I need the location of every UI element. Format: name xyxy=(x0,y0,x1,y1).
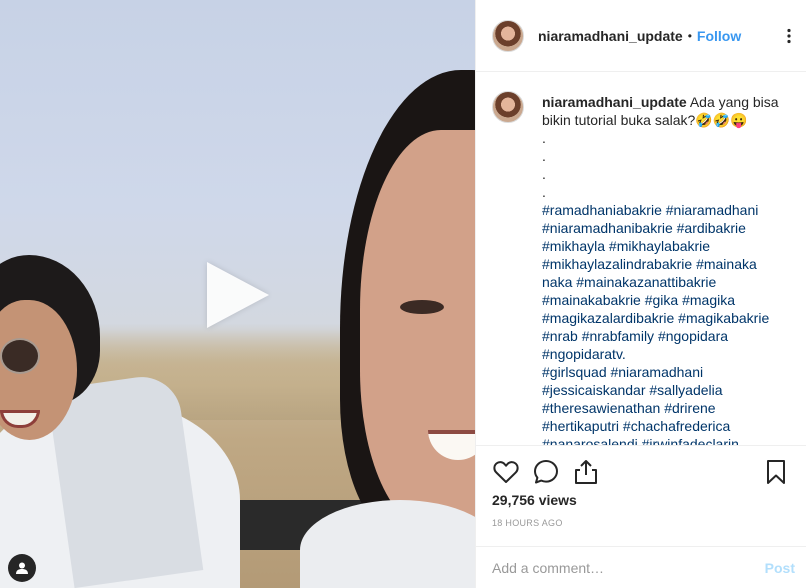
caption-text: niaramadhani_update Ada yang bisa bikin … xyxy=(542,93,787,445)
hashtag-line[interactable]: #ramadhaniabakrie #niaramadhani xyxy=(542,201,787,219)
caption-dot: . xyxy=(542,184,546,200)
comment-icon[interactable] xyxy=(532,458,560,486)
video-person-right-eye xyxy=(400,300,444,314)
post-timestamp[interactable]: 18 HOURS AGO xyxy=(492,518,563,528)
post-panel: niaramadhani_update • Follow niaramadhan… xyxy=(475,0,806,588)
comment-input[interactable] xyxy=(492,560,742,576)
video-person-left-sunglasses xyxy=(0,338,40,374)
hashtag-line[interactable]: #niaramadhanibakrie #ardibakrie xyxy=(542,219,787,237)
hashtag-line[interactable]: naka #mainakazanattibakrie xyxy=(542,273,787,291)
avatar[interactable] xyxy=(492,19,524,52)
hashtag-line[interactable]: #mainakabakrie #gika #magika xyxy=(542,291,787,309)
post-header: niaramadhani_update • Follow xyxy=(476,0,806,72)
post-actions: 29,756 views 18 HOURS AGO Post xyxy=(476,445,806,588)
hashtag-line[interactable]: #mikhaylazalindrabakrie #mainaka xyxy=(542,255,787,273)
bookmark-icon[interactable] xyxy=(762,458,790,486)
caption-username[interactable]: niaramadhani_update xyxy=(542,94,687,110)
view-count[interactable]: 29,756 views xyxy=(492,492,577,508)
hashtag-line[interactable]: #hertikaputri #chachafrederica xyxy=(542,417,787,435)
share-icon[interactable] xyxy=(572,458,600,486)
caption-avatar[interactable] xyxy=(492,91,524,123)
caption-dot: . xyxy=(542,166,546,182)
hashtag-line[interactable]: #theresawienathan #drirene xyxy=(542,399,787,417)
header-username[interactable]: niaramadhani_update xyxy=(538,28,683,44)
caption-area: niaramadhani_update Ada yang bisa bikin … xyxy=(476,73,806,445)
hashtag-line[interactable]: #nanarosalendi #irwinfadeclarin xyxy=(542,435,787,445)
hashtag-line[interactable]: #mikhayla #mikhaylabakrie xyxy=(542,237,787,255)
heart-icon[interactable] xyxy=(492,458,520,486)
play-icon[interactable] xyxy=(207,262,269,328)
hashtag-line[interactable]: #magikazalardibakrie #magikabakrie xyxy=(542,309,787,327)
hashtag-line[interactable]: #ngopidaratv. xyxy=(542,345,787,363)
caption-dot: . xyxy=(542,148,546,164)
post-comment-button[interactable]: Post xyxy=(765,560,795,576)
hashtag-line[interactable]: #jessicaiskandar #sallyadelia xyxy=(542,381,787,399)
hashtag-line[interactable]: #nrab #nrabfamily #ngopidara xyxy=(542,327,787,345)
hashtag-line[interactable]: #girlsquad #niaramadhani xyxy=(542,363,787,381)
caption-dot: . xyxy=(542,130,546,146)
user-tag-icon[interactable] xyxy=(8,554,36,582)
more-options-icon[interactable] xyxy=(781,28,797,44)
separator-dot: • xyxy=(687,28,692,43)
comment-form: Post xyxy=(476,546,806,588)
follow-button[interactable]: Follow xyxy=(697,28,741,44)
video-player[interactable] xyxy=(0,0,475,588)
action-icons-row xyxy=(492,458,792,486)
